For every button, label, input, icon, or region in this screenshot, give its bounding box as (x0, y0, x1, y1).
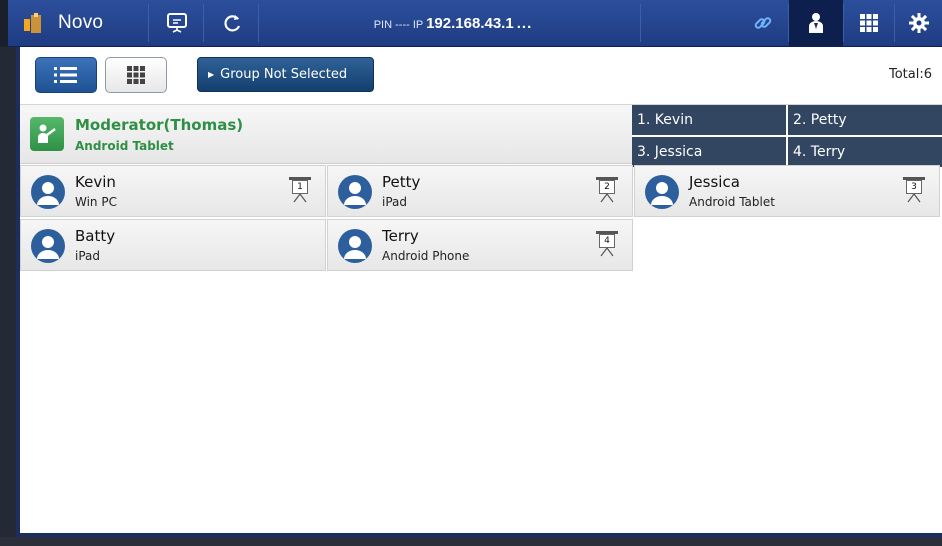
apps-grid-button[interactable] (844, 0, 894, 46)
novo-logo-icon (18, 0, 48, 46)
user-device: Android Phone (382, 249, 470, 263)
queue-slot-4[interactable]: 4. Terry (788, 137, 942, 167)
user-name: Jessica (689, 173, 740, 191)
moderator-name: Moderator(Thomas) (75, 116, 244, 134)
presentation-queue: 1. Kevin 2. Petty 3. Jessica 4. Terry (632, 105, 942, 167)
user-card-terry[interactable]: Terry Android Phone 4 (327, 219, 633, 271)
moderator-row[interactable]: Moderator(Thomas) Android Tablet (20, 105, 632, 164)
left-edge (0, 47, 16, 537)
list-view-icon (54, 67, 77, 83)
group-select-label: Group Not Selected (220, 67, 348, 82)
group-select-button[interactable]: ▶ Group Not Selected (197, 57, 374, 92)
user-name: Terry (382, 227, 419, 245)
projector-screen-icon: 1 (287, 176, 313, 206)
grid-view-icon (127, 66, 145, 84)
user-card-jessica[interactable]: Jessica Android Tablet 3 (634, 165, 940, 217)
link-icon (754, 17, 772, 29)
users-icon (809, 13, 823, 33)
user-card-kevin[interactable]: Kevin Win PC 1 (20, 165, 326, 217)
queue-slot-2[interactable]: 2. Petty (788, 105, 942, 135)
grid-view-button[interactable] (105, 57, 167, 93)
more-options[interactable]: ... (517, 15, 533, 32)
queue-slot-1[interactable]: 1. Kevin (632, 105, 786, 135)
total-count: Total:6 (888, 67, 932, 82)
screen-number: 2 (599, 180, 615, 194)
user-card-petty[interactable]: Petty iPad 2 (327, 165, 633, 217)
ip-label: IP (412, 18, 424, 31)
settings-gear-icon (908, 13, 929, 33)
avatar-icon (645, 175, 679, 209)
user-card-batty[interactable]: Batty iPad (20, 219, 326, 271)
avatar-icon (31, 175, 65, 209)
bottom-strip (0, 537, 942, 546)
user-name: Petty (382, 173, 421, 191)
moderator-device: Android Tablet (75, 139, 174, 153)
avatar-icon (31, 229, 65, 263)
user-device: iPad (75, 249, 101, 263)
list-view-button[interactable] (35, 57, 97, 93)
projector-screen-icon: 2 (594, 176, 620, 206)
app-title: Novo (58, 12, 104, 33)
screen-number: 4 (599, 234, 615, 248)
moderator-icon (30, 117, 64, 151)
user-name: Batty (75, 227, 116, 245)
content-frame: ▶ Group Not Selected Total:6 Moderator(T… (16, 47, 942, 537)
avatar-icon (338, 175, 372, 209)
link-button[interactable] (738, 0, 788, 46)
user-device: iPad (382, 195, 408, 209)
avatar-icon (338, 229, 372, 263)
ip-value: 192.168.43.1 (426, 14, 514, 32)
refresh-icon (224, 15, 241, 32)
play-arrow-icon: ▶ (208, 70, 215, 79)
apps-grid-icon (860, 14, 878, 32)
users-button[interactable] (789, 0, 843, 46)
queue-slot-3[interactable]: 3. Jessica (632, 137, 786, 167)
user-name: Kevin (75, 173, 116, 191)
presentation-button[interactable] (151, 0, 203, 46)
refresh-button[interactable] (206, 0, 258, 46)
users-panel: ▶ Group Not Selected Total:6 Moderator(T… (20, 47, 942, 533)
settings-button[interactable] (895, 0, 942, 46)
screen-number: 3 (906, 180, 922, 194)
projector-screen-icon: 4 (594, 230, 620, 260)
user-device: Win PC (75, 195, 117, 209)
screen-number: 1 (292, 180, 308, 194)
user-device: Android Tablet (689, 195, 775, 209)
top-bar: Novo PIN ---- IP 192.168.43.1 ... (8, 0, 942, 47)
pin-label: PIN ---- (373, 18, 410, 31)
projector-screen-icon: 3 (901, 176, 927, 206)
presentation-icon (167, 13, 187, 33)
toolbar: ▶ Group Not Selected Total:6 (20, 47, 942, 105)
